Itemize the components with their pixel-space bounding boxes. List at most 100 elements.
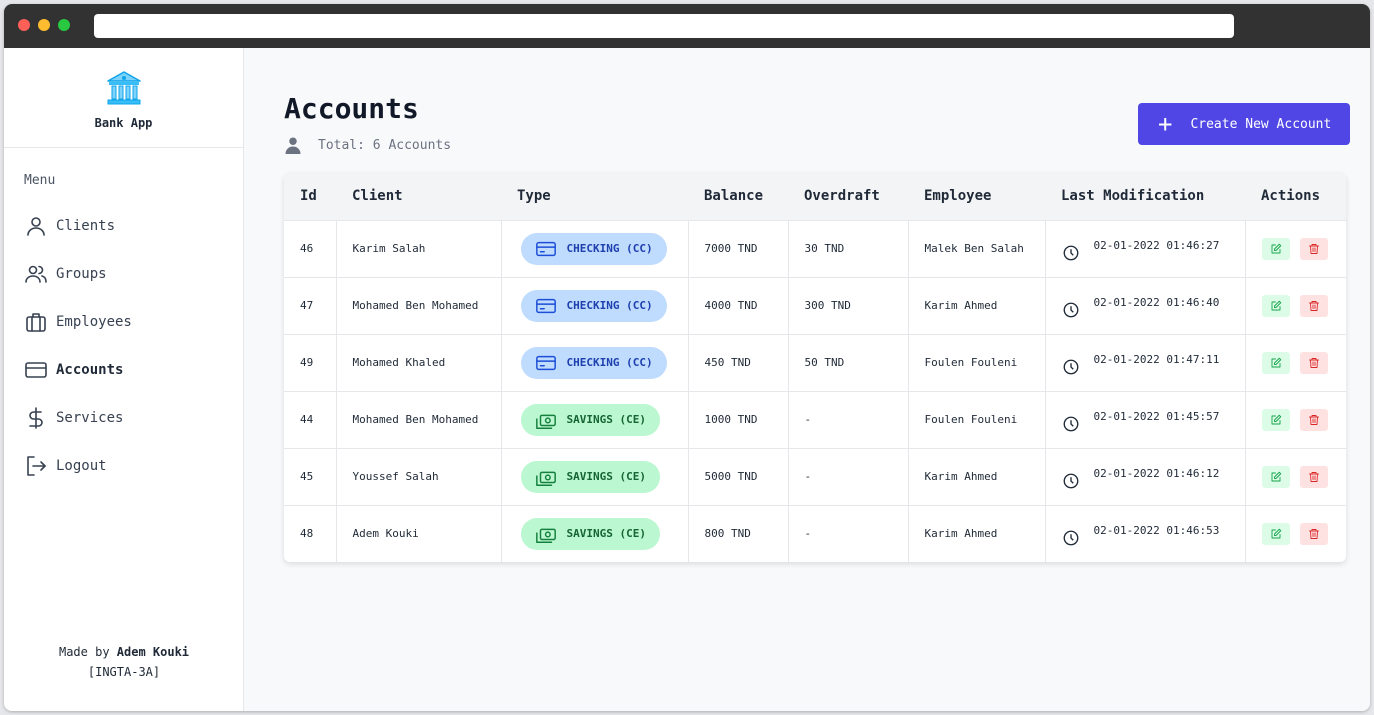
type-label: CHECKING (CC)	[566, 242, 653, 255]
credit-card-icon	[535, 241, 556, 256]
edit-icon	[1271, 357, 1281, 367]
address-bar[interactable]	[94, 14, 1234, 38]
cell-balance: 7000 TND	[688, 219, 789, 277]
edit-button[interactable]	[1261, 465, 1290, 488]
cell-balance: 1000 TND	[688, 390, 789, 448]
maximize-window-button[interactable]	[58, 19, 70, 31]
sidebar-item-groups[interactable]: Groups	[24, 250, 132, 298]
cell-balance: 5000 TND	[688, 447, 789, 505]
trash-icon	[1309, 300, 1320, 311]
cell-type: CHECKING (CC)	[501, 219, 689, 277]
delete-button[interactable]	[1300, 237, 1329, 260]
cell-type: SAVINGS (CE)	[501, 504, 689, 562]
edit-button[interactable]	[1261, 408, 1290, 431]
credit-group: [INGTA-3A]	[87, 665, 161, 679]
sidebar-item-clients[interactable]: Clients	[24, 202, 132, 250]
column-header-client: Client	[336, 173, 501, 220]
cell-client: Adem Kouki	[336, 504, 502, 562]
type-badge: CHECKING (CC)	[520, 346, 667, 379]
cell-type: SAVINGS (CE)	[501, 390, 689, 448]
cell-employee: Karim Ahmed	[908, 447, 1046, 505]
sidebar-item-accounts[interactable]: Accounts	[24, 346, 132, 394]
edit-icon	[1271, 300, 1281, 310]
cell-overdraft: 50 TND	[788, 333, 909, 391]
column-header-employee: Employee	[908, 173, 1045, 220]
cell-employee: Karim Ahmed	[908, 504, 1046, 562]
delete-button[interactable]	[1300, 294, 1329, 317]
type-badge: CHECKING (CC)	[520, 232, 667, 265]
cell-balance: 800 TND	[688, 504, 789, 562]
brand[interactable]: Bank App	[4, 48, 243, 148]
cell-id: 48	[284, 504, 337, 562]
credit-prefix: Made by	[58, 645, 110, 659]
sidebar-item-label: Groups	[56, 266, 107, 282]
cell-actions	[1245, 504, 1346, 562]
sidebar-item-logout[interactable]: Logout	[24, 442, 132, 490]
modified-value: 02-01-2022 01:46:27	[1093, 239, 1220, 252]
cash-icon	[535, 528, 556, 543]
modified-value: 02-01-2022 01:46:40	[1093, 296, 1220, 309]
cell-overdraft: 30 TND	[788, 219, 909, 277]
modified-value: 02-01-2022 01:45:57	[1093, 410, 1220, 423]
type-label: CHECKING (CC)	[566, 299, 653, 312]
page-title: Accounts	[284, 92, 419, 125]
column-header-last-modification: Last Modification	[1045, 173, 1245, 220]
cell-id: 47	[284, 276, 337, 334]
delete-button[interactable]	[1300, 351, 1329, 374]
cell-actions	[1245, 333, 1346, 391]
delete-button[interactable]	[1300, 522, 1329, 545]
sidebar-item-services[interactable]: Services	[24, 394, 132, 442]
modified-value: 02-01-2022 01:46:53	[1093, 524, 1220, 538]
minimize-window-button[interactable]	[38, 19, 50, 31]
close-window-button[interactable]	[18, 19, 30, 31]
cash-icon	[535, 414, 556, 429]
table-row: 47 Mohamed Ben Mohamed CHECKING (CC) 400…	[284, 276, 1346, 334]
table-body: 46 Karim Salah CHECKING (CC) 7000 TND 30…	[284, 219, 1346, 562]
edit-button[interactable]	[1261, 351, 1290, 374]
table-header: Id Client Type Balance Overdraft Employe…	[284, 173, 1346, 220]
clock-icon	[1063, 359, 1078, 374]
cell-id: 46	[284, 219, 337, 277]
credit-card-icon	[25, 362, 47, 378]
cell-last-modification: 02-01-2022 01:47:11	[1045, 333, 1246, 391]
modified-value: 02-01-2022 01:46:12	[1093, 467, 1220, 480]
person-icon	[285, 137, 301, 154]
browser-titlebar	[4, 4, 1370, 48]
type-label: CHECKING (CC)	[566, 356, 653, 369]
edit-icon	[1271, 414, 1281, 424]
delete-button[interactable]	[1300, 465, 1329, 488]
edit-icon	[1271, 471, 1281, 481]
delete-button[interactable]	[1300, 408, 1329, 431]
edit-button[interactable]	[1261, 237, 1290, 260]
cell-overdraft: -	[788, 390, 909, 448]
cell-type: CHECKING (CC)	[501, 333, 689, 391]
sidebar-item-label: Clients	[56, 218, 116, 234]
edit-button[interactable]	[1261, 522, 1290, 545]
briefcase-icon	[26, 313, 46, 332]
sidebar-menu: Clients Groups Employees Accounts Servic…	[24, 202, 132, 490]
clock-icon	[1063, 473, 1078, 488]
trash-icon	[1309, 528, 1320, 539]
main-content: Accounts Total: 6 Accounts + Create New …	[244, 48, 1370, 711]
cell-balance: 4000 TND	[688, 276, 789, 334]
cell-client: Mohamed Ben Mohamed	[336, 390, 502, 448]
edit-icon	[1271, 528, 1281, 539]
column-header-overdraft: Overdraft	[788, 173, 908, 220]
table-row: 46 Karim Salah CHECKING (CC) 7000 TND 30…	[284, 219, 1346, 277]
edit-button[interactable]	[1261, 294, 1290, 317]
column-header-actions: Actions	[1245, 173, 1346, 220]
credit-card-icon	[535, 355, 556, 370]
cell-id: 45	[284, 447, 337, 505]
create-account-button[interactable]: + Create New Account	[1138, 103, 1350, 145]
cell-last-modification: 02-01-2022 01:46:40	[1045, 276, 1246, 334]
total-accounts: Total: 6 Accounts	[284, 136, 451, 154]
cell-last-modification: 02-01-2022 01:45:57	[1045, 390, 1246, 448]
sidebar-item-employees[interactable]: Employees	[24, 298, 132, 346]
cell-last-modification: 02-01-2022 01:46:12	[1045, 447, 1246, 505]
brand-name: Bank App	[94, 115, 153, 130]
cell-client: Karim Salah	[336, 219, 502, 277]
clock-icon	[1063, 302, 1078, 317]
menu-title: Menu	[24, 173, 56, 188]
cell-overdraft: -	[788, 504, 909, 562]
sidebar-item-label: Accounts	[56, 362, 124, 378]
